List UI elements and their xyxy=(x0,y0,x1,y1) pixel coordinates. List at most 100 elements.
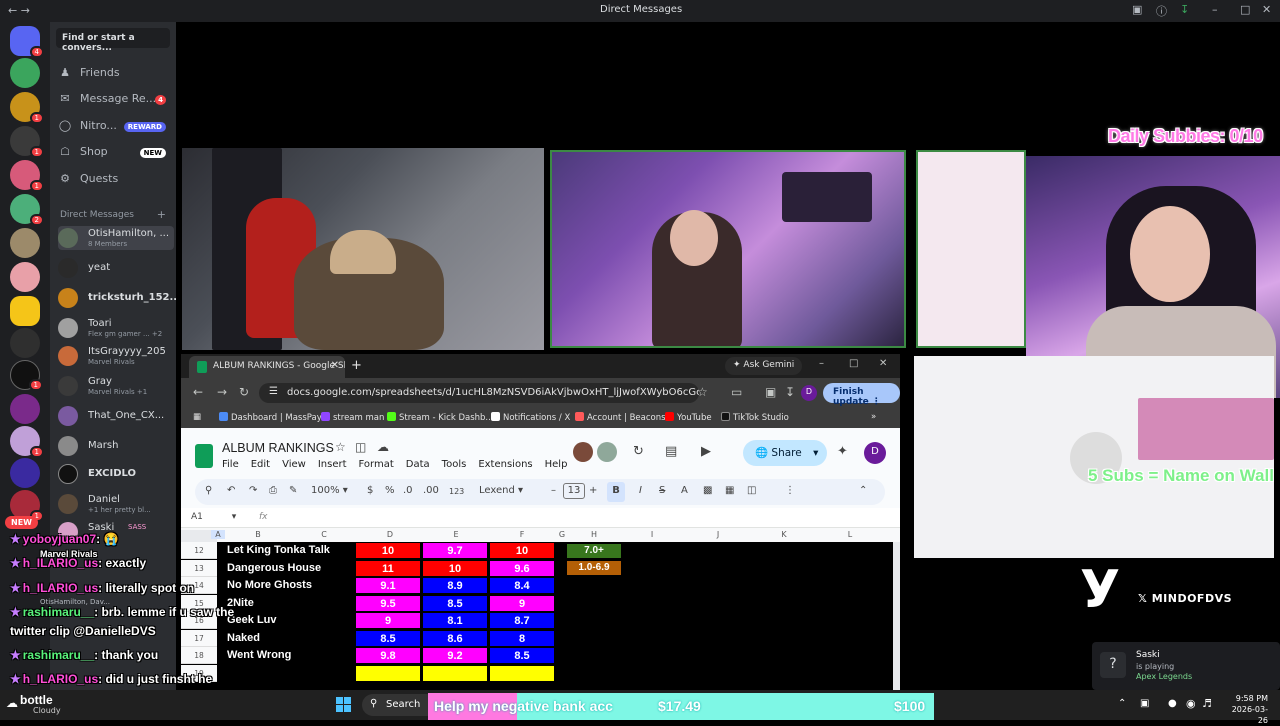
nav-message-requests[interactable]: ✉ Message Re... 4 xyxy=(58,92,174,112)
bookmark-item[interactable]: stream man xyxy=(321,412,384,423)
search-menus-icon[interactable]: ⚲ xyxy=(205,485,212,496)
help-icon[interactable]: ⓘ xyxy=(1156,3,1167,19)
collaborator-avatar[interactable] xyxy=(597,442,617,462)
gemini-spark-icon[interactable]: ✦ xyxy=(837,444,848,459)
menu-extensions[interactable]: Extensions xyxy=(478,459,532,470)
bold-button[interactable]: B xyxy=(607,482,625,502)
server-icon[interactable] xyxy=(10,394,40,424)
extensions-icon[interactable]: ▭ xyxy=(731,385,742,399)
taskbar-search[interactable]: ⚲ Search xyxy=(362,694,438,716)
server-icon[interactable]: 1 xyxy=(10,126,44,158)
server-icon[interactable] xyxy=(10,262,40,292)
dm-row[interactable]: Gray Marvel Rivals +1 xyxy=(58,374,174,398)
close-icon[interactable]: ✕ xyxy=(879,358,887,369)
server-icon[interactable] xyxy=(10,58,40,88)
score-cell[interactable]: 8.4 xyxy=(489,577,555,594)
comments-icon[interactable]: ▤ xyxy=(665,444,677,459)
new-tab-icon[interactable]: + xyxy=(351,358,362,373)
server-icon[interactable]: 1 xyxy=(10,92,44,124)
font-size-input[interactable]: 13 xyxy=(563,483,585,499)
percent-format-button[interactable]: % xyxy=(385,485,395,496)
collaborator-avatar[interactable] xyxy=(573,442,593,462)
menu-data[interactable]: Data xyxy=(406,459,430,470)
system-clock[interactable]: 9:58 PM 2026-03-26 xyxy=(1224,693,1268,726)
score-cell[interactable]: 8.9 xyxy=(422,577,488,594)
bookmark-item[interactable]: Stream - Kick Dashb... xyxy=(387,412,494,423)
borders-icon[interactable]: ▦ xyxy=(725,485,734,496)
discord-home-icon[interactable]: 4 xyxy=(10,26,44,58)
score-cell[interactable]: 8.6 xyxy=(422,629,488,647)
ask-gemini-button[interactable]: ✦ Ask Gemini xyxy=(725,357,803,375)
menu-tools[interactable]: Tools xyxy=(442,459,467,470)
score-cell[interactable]: 10 xyxy=(422,559,488,577)
font-select[interactable]: Lexend ▾ xyxy=(479,485,523,496)
score-cell[interactable]: 9 xyxy=(355,612,421,629)
inbox-icon[interactable]: ▣ xyxy=(1132,3,1142,16)
server-icon[interactable]: 2 xyxy=(10,194,44,226)
document-title[interactable]: ALBUM RANKINGS xyxy=(222,441,334,455)
merge-cells-icon[interactable]: ◫ xyxy=(747,485,756,496)
cast-icon[interactable]: ▣ xyxy=(765,385,776,399)
weather-icon[interactable]: ☁ xyxy=(6,696,18,710)
bookmark-item[interactable]: Notifications / X xyxy=(491,412,570,423)
column-header[interactable]: K xyxy=(751,530,817,539)
minimize-icon[interactable]: – xyxy=(1212,3,1218,16)
more-bookmarks-icon[interactable]: » xyxy=(871,412,876,422)
history-icon[interactable]: ↻ xyxy=(633,444,644,459)
dm-row[interactable]: tricksturh_152... xyxy=(58,286,176,310)
score-cell[interactable]: 8 xyxy=(489,629,555,647)
score-cell[interactable]: 9.5 xyxy=(355,594,421,612)
server-icon[interactable]: 1 xyxy=(10,426,44,458)
bookmark-star-icon[interactable]: ☆ xyxy=(697,385,708,399)
score-cell[interactable]: 8.5 xyxy=(355,629,421,647)
legend-cell[interactable]: 7.0+ xyxy=(567,544,621,558)
minimize-icon[interactable]: – xyxy=(819,358,824,369)
dm-row[interactable]: That_One_CX... xyxy=(58,404,174,428)
volume-icon[interactable]: ♬ xyxy=(1202,697,1212,710)
server-icon[interactable]: 1 xyxy=(10,360,43,391)
column-header[interactable]: E xyxy=(423,530,489,539)
account-avatar[interactable]: D xyxy=(864,442,886,464)
name-box[interactable]: A1 ▾ xyxy=(191,512,236,522)
back-forward-icon[interactable]: ← → xyxy=(8,4,30,17)
score-cell[interactable]: 8.1 xyxy=(422,612,488,629)
tray-overflow-icon[interactable]: ⌃ xyxy=(1118,698,1126,709)
column-header[interactable]: F xyxy=(489,530,555,539)
increase-font-size-icon[interactable]: + xyxy=(589,485,597,496)
menu-view[interactable]: View xyxy=(282,459,306,470)
move-icon[interactable]: ◫ xyxy=(355,440,366,454)
activity-toast[interactable]: ? Saski is playing Apex Legends xyxy=(1092,642,1280,690)
nav-nitro[interactable]: ◯ Nitro... REWARD xyxy=(58,119,174,139)
column-header[interactable]: L xyxy=(817,530,883,539)
url-input[interactable]: ☰ docs.google.com/spreadsheets/d/1ucHL8Mz… xyxy=(259,383,699,403)
dm-row[interactable]: OtisHamilton, ... 8 Members xyxy=(58,226,174,250)
bookmark-item[interactable]: YouTube xyxy=(665,412,712,423)
score-cell[interactable]: 9 xyxy=(489,594,555,612)
score-cell[interactable]: 9.8 xyxy=(355,647,421,664)
legend-cell[interactable]: 1.0-6.9 xyxy=(567,561,621,575)
spreadsheet-grid[interactable]: 12 Let King Tonka Talk 10 9.7 10 13 Dangerous … xyxy=(181,542,893,690)
bookmark-item[interactable]: Account | Beacons xyxy=(575,412,666,423)
score-cell[interactable]: 10 xyxy=(489,542,555,559)
print-icon[interactable]: ⎙ xyxy=(269,485,277,496)
score-cell[interactable] xyxy=(489,664,555,682)
more-options-icon[interactable]: ⋮ xyxy=(785,485,795,496)
close-icon[interactable]: ✕ xyxy=(1262,3,1271,16)
dm-row[interactable]: Marsh xyxy=(58,434,174,458)
bookmark-item[interactable]: Dashboard | MassPay xyxy=(219,412,322,423)
apps-icon[interactable]: ▦ xyxy=(193,412,201,422)
dm-row[interactable]: Daniel +1 her pretty bl... xyxy=(58,492,174,516)
back-icon[interactable]: ← xyxy=(193,385,203,399)
weather-title[interactable]: bottle xyxy=(20,693,53,707)
search-input[interactable]: Find or start a convers... xyxy=(56,28,170,53)
share-button[interactable]: 🌐 Share ▾ xyxy=(743,440,827,466)
download-icon[interactable]: ↧ xyxy=(1180,3,1189,16)
score-cell[interactable]: 8.5 xyxy=(489,647,555,664)
currency-format-button[interactable]: $ xyxy=(367,485,373,496)
number-format-button[interactable]: 123 xyxy=(449,487,464,496)
dm-row[interactable]: ItsGrayyyy_205 Marvel Rivals xyxy=(58,344,174,368)
score-cell[interactable]: 8.5 xyxy=(422,594,488,612)
score-cell[interactable]: 8.7 xyxy=(489,612,555,629)
score-cell[interactable] xyxy=(355,664,421,682)
menu-format[interactable]: Format xyxy=(359,459,394,470)
